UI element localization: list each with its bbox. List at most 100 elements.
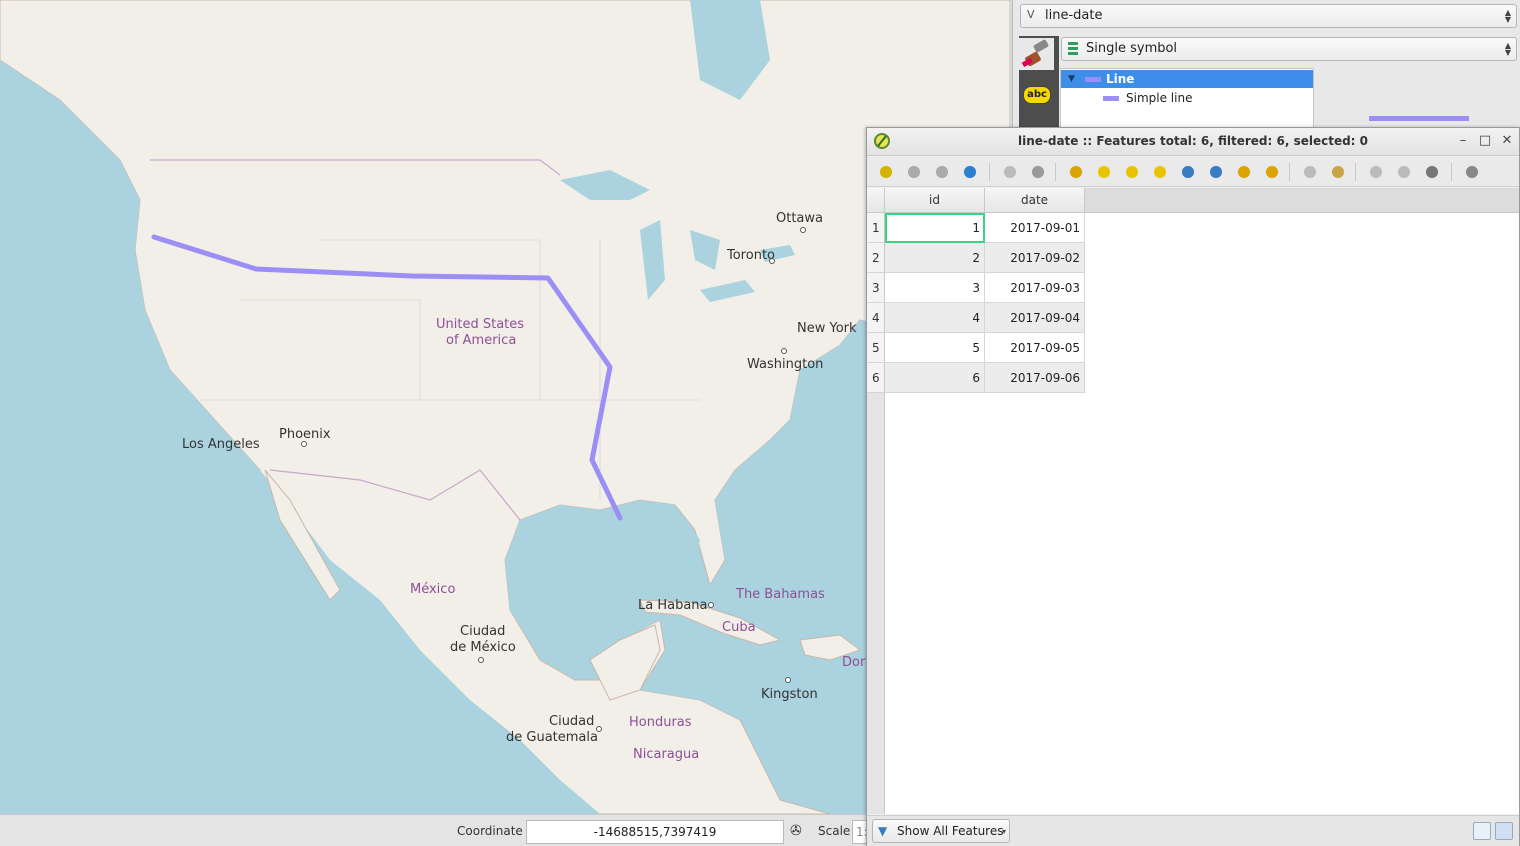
- multi-edit-icon[interactable]: [905, 163, 923, 181]
- row-number[interactable]: 4: [867, 303, 885, 333]
- renderer-combo[interactable]: Single symbol ▲ ▼: [1061, 37, 1517, 61]
- table-row[interactable]: 5 5 2017-09-05: [867, 333, 1085, 363]
- cell-id[interactable]: 5: [885, 333, 985, 363]
- paste-icon[interactable]: [1329, 163, 1347, 181]
- table-row[interactable]: 2 2 2017-09-02: [867, 243, 1085, 273]
- city-marker: [769, 258, 775, 264]
- column-header-id[interactable]: id: [885, 188, 985, 213]
- attribute-grid[interactable]: id date 1 1 2017-09-01 2 2 2017-09-02 3 3 2017-0…: [867, 188, 1519, 814]
- map-canvas[interactable]: Ottawa Toronto New York Washington Unite…: [0, 0, 1010, 814]
- layer-combo[interactable]: V line-date ▲ ▼: [1020, 4, 1517, 28]
- invert-selection-icon[interactable]: [1123, 163, 1141, 181]
- move-selection-top-icon[interactable]: [1207, 163, 1225, 181]
- cell-date[interactable]: 2017-09-04: [985, 303, 1085, 333]
- conditional-formatting-icon[interactable]: [1463, 163, 1481, 181]
- table-row[interactable]: 4 4 2017-09-04: [867, 303, 1085, 333]
- tree-item-line[interactable]: ▼ Line: [1061, 70, 1313, 88]
- map-label-the-bahamas: The Bahamas: [736, 587, 825, 602]
- delete-field-icon[interactable]: [1395, 163, 1413, 181]
- cell-id[interactable]: 4: [885, 303, 985, 333]
- select-by-expression-icon[interactable]: [1067, 163, 1085, 181]
- symbology-tab-icon[interactable]: [1018, 38, 1054, 70]
- city-marker: [800, 227, 806, 233]
- status-bar: Coordinate -14688515,7397419 ✇ Scale 1:3: [0, 814, 872, 846]
- map-label-usa-1: United States: [436, 317, 525, 332]
- symbol-tree[interactable]: ▼ Line Simple line: [1060, 68, 1314, 130]
- attribute-table-window: line-date :: Features total: 6, filtered…: [866, 127, 1520, 846]
- select-all-icon[interactable]: [1095, 163, 1113, 181]
- table-row[interactable]: 3 3 2017-09-03: [867, 273, 1085, 303]
- attribute-toolbar: [867, 157, 1519, 187]
- map-label-honduras: Honduras: [629, 715, 692, 730]
- save-edits-icon[interactable]: [933, 163, 951, 181]
- map-label-toronto: Toronto: [727, 248, 775, 263]
- row-number[interactable]: 2: [867, 243, 885, 273]
- tree-item-simple-line[interactable]: Simple line: [1103, 90, 1192, 106]
- minimize-button[interactable]: –: [1455, 133, 1471, 149]
- basemap: [0, 0, 1010, 814]
- map-label-usa-2: of America: [446, 333, 517, 348]
- deselect-all-icon[interactable]: [1151, 163, 1169, 181]
- city-marker: [708, 602, 714, 608]
- show-all-features-label: Show All Features: [897, 824, 1004, 838]
- cell-id[interactable]: 1: [885, 213, 985, 243]
- coordinate-label: Coordinate: [457, 824, 523, 838]
- labels-tab-icon[interactable]: abc: [1023, 86, 1051, 104]
- symbol-preview: [1369, 116, 1469, 121]
- single-symbol-icon: [1068, 42, 1078, 56]
- cell-date[interactable]: 2017-09-01: [985, 213, 1085, 243]
- add-feature-icon[interactable]: [1001, 163, 1019, 181]
- field-calculator-icon[interactable]: [1423, 163, 1441, 181]
- map-label-ottawa: Ottawa: [776, 211, 823, 226]
- zoom-to-selected-icon[interactable]: [1263, 163, 1281, 181]
- window-titlebar[interactable]: line-date :: Features total: 6, filtered…: [867, 128, 1519, 156]
- map-label-ciudad-guatemala-1: Ciudad: [549, 714, 595, 729]
- row-number[interactable]: 3: [867, 273, 885, 303]
- layer-combo-value: line-date: [1045, 8, 1103, 23]
- delete-feature-icon[interactable]: [1029, 163, 1047, 181]
- column-header-date[interactable]: date: [985, 188, 1085, 213]
- close-button[interactable]: ✕: [1499, 133, 1515, 149]
- cell-date[interactable]: 2017-09-02: [985, 243, 1085, 273]
- corner-header[interactable]: [867, 188, 885, 213]
- attribute-bottom-bar: ▼ Show All Features ▾: [867, 815, 1519, 846]
- row-number[interactable]: 6: [867, 363, 885, 393]
- tree-item-simple-line-label: Simple line: [1126, 91, 1193, 105]
- cell-id[interactable]: 6: [885, 363, 985, 393]
- row-number[interactable]: 5: [867, 333, 885, 363]
- city-marker: [781, 348, 787, 354]
- city-marker: [478, 657, 484, 663]
- table-row[interactable]: 1 1 2017-09-01: [867, 213, 1085, 243]
- map-label-dor: Dor: [842, 655, 866, 670]
- maximize-button[interactable]: □: [1477, 133, 1493, 149]
- cell-id[interactable]: 2: [885, 243, 985, 273]
- table-row[interactable]: 6 6 2017-09-06: [867, 363, 1085, 393]
- extents-toggle-icon[interactable]: ✇: [790, 823, 806, 839]
- pan-to-selected-icon[interactable]: [1235, 163, 1253, 181]
- reload-icon[interactable]: [961, 163, 979, 181]
- toggle-editing-icon[interactable]: [877, 163, 895, 181]
- header-filler: [1085, 188, 1519, 213]
- map-label-mexico: México: [410, 582, 456, 597]
- toolbar-separator: [1289, 163, 1290, 181]
- table-view-button[interactable]: [1495, 822, 1513, 840]
- toolbar-separator: [1055, 163, 1056, 181]
- cell-date[interactable]: 2017-09-03: [985, 273, 1085, 303]
- form-view-button[interactable]: [1473, 822, 1491, 840]
- cell-date[interactable]: 2017-09-06: [985, 363, 1085, 393]
- filter-icon[interactable]: [1179, 163, 1197, 181]
- expand-icon[interactable]: ▼: [1068, 70, 1075, 88]
- toolbar-separator: [1451, 163, 1452, 181]
- copy-icon[interactable]: [1301, 163, 1319, 181]
- cell-date[interactable]: 2017-09-05: [985, 333, 1085, 363]
- combo-arrow-icon: ▲ ▼: [1504, 8, 1511, 24]
- cell-id[interactable]: 3: [885, 273, 985, 303]
- toolbar-separator: [1355, 163, 1356, 181]
- dropdown-arrow-icon: ▾: [1001, 827, 1006, 836]
- map-label-ciudad-mexico-1: Ciudad: [460, 624, 506, 639]
- row-number[interactable]: 1: [867, 213, 885, 243]
- coordinate-field[interactable]: -14688515,7397419: [526, 820, 784, 844]
- city-marker: [596, 726, 602, 732]
- show-all-features-button[interactable]: ▼ Show All Features ▾: [872, 819, 1010, 843]
- new-field-icon[interactable]: [1367, 163, 1385, 181]
